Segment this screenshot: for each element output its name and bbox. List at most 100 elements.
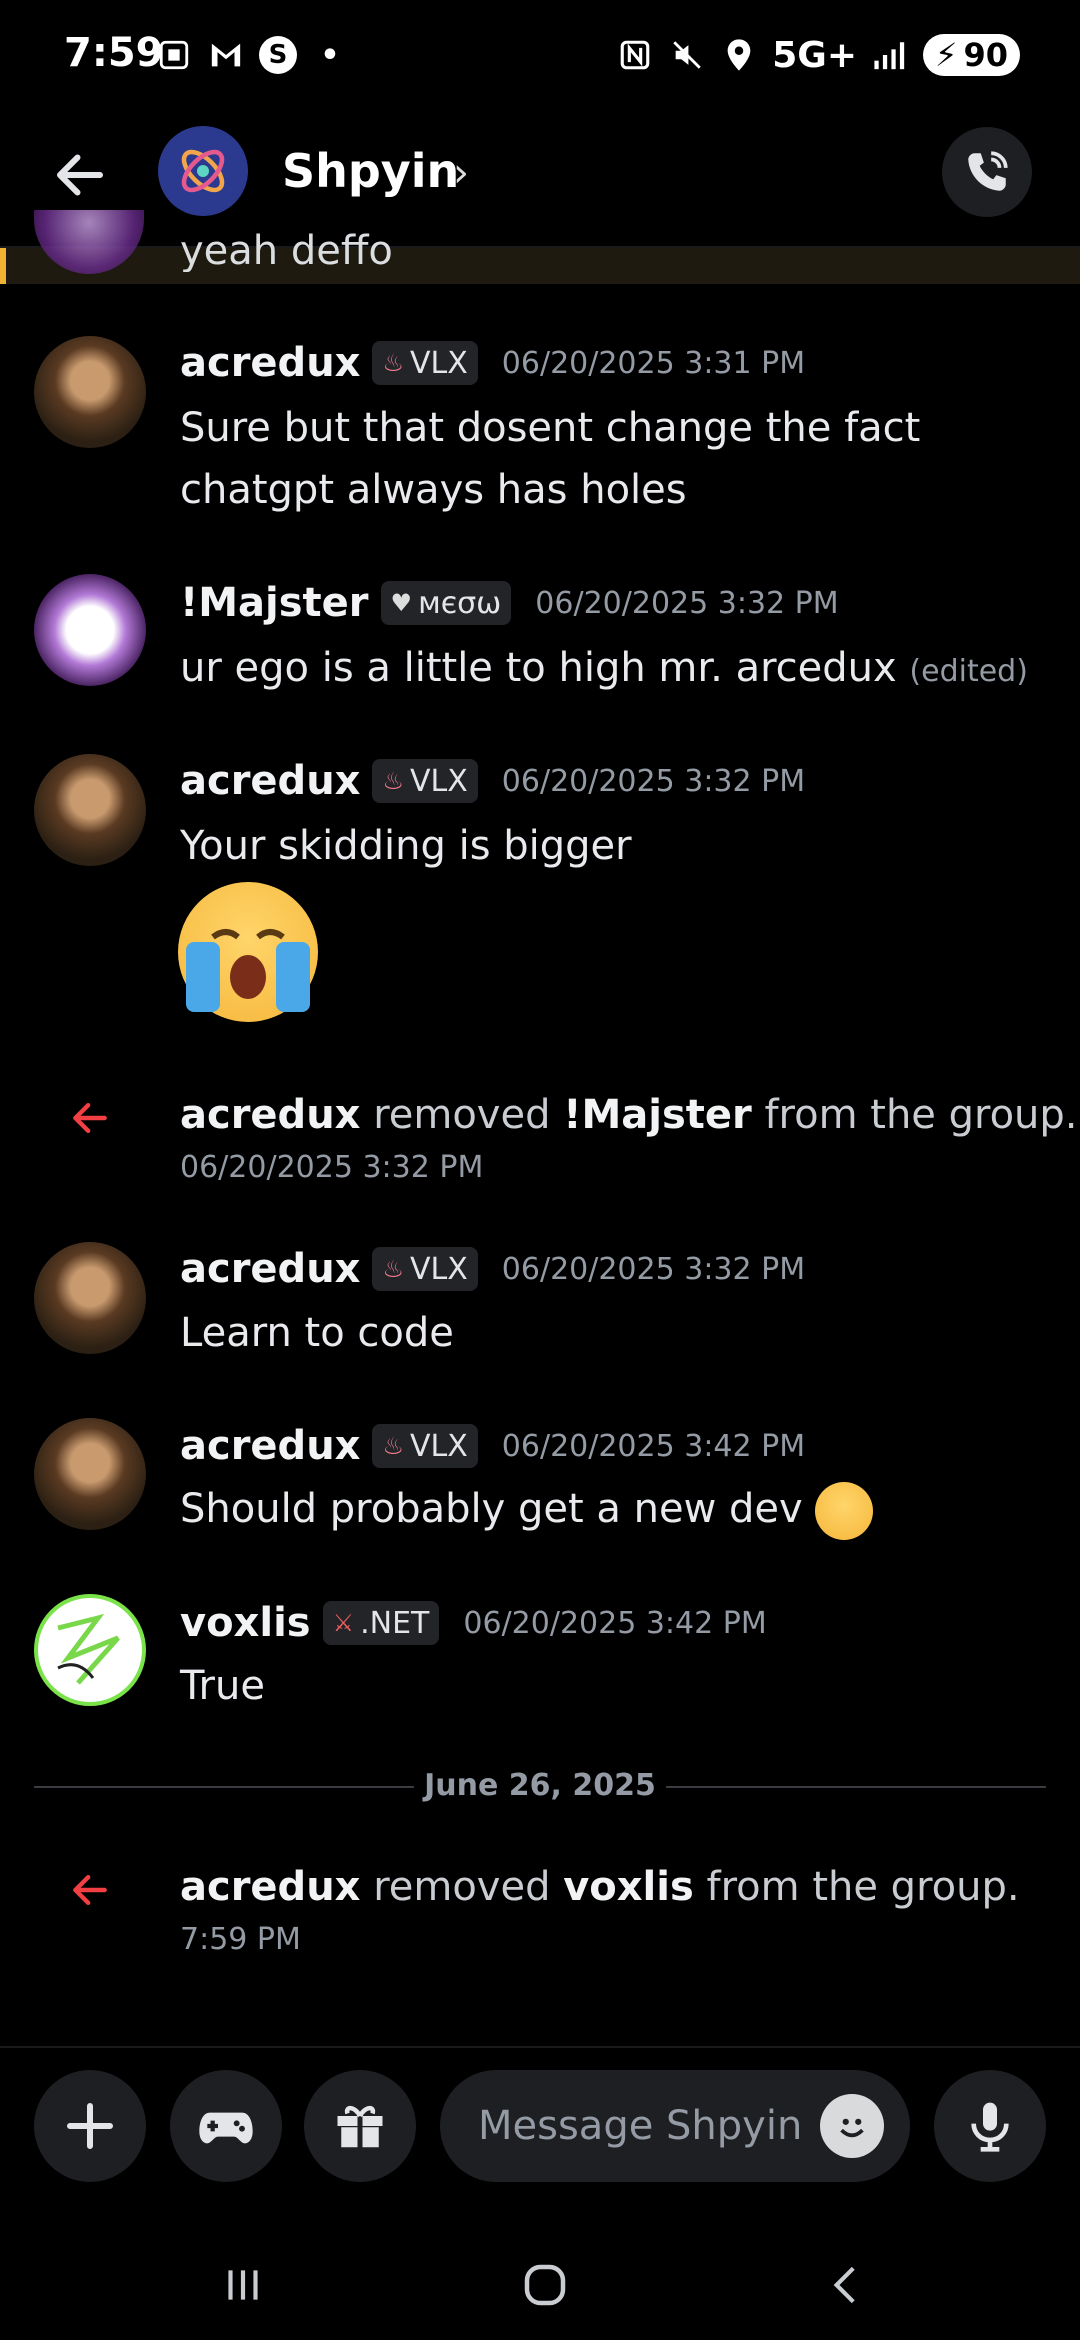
server-tag[interactable]: ♨ VLX — [372, 1247, 478, 1291]
avatar[interactable] — [34, 1242, 146, 1354]
username[interactable]: acredux — [180, 1423, 360, 1469]
call-button[interactable] — [942, 127, 1032, 217]
message-text: Your skidding is bigger — [180, 823, 632, 869]
recents-icon — [228, 2270, 258, 2300]
username[interactable]: !Majster — [180, 580, 369, 626]
status-notification-icons: S • — [155, 36, 349, 74]
recent-apps-button[interactable] — [208, 2250, 278, 2320]
screenshot-icon — [155, 36, 193, 74]
avatar[interactable] — [34, 574, 146, 686]
mention-highlight-bar — [0, 248, 6, 284]
timestamp: 06/20/2025 3:42 PM — [501, 1428, 806, 1464]
timestamp: 06/20/2025 3:31 PM — [501, 345, 806, 381]
message-text-content: Should probably get a new dev — [180, 1486, 803, 1532]
plus-icon — [67, 2103, 113, 2149]
home-icon — [524, 2264, 566, 2306]
group-name[interactable]: Shpyin — [282, 144, 459, 198]
gmail-icon — [207, 36, 245, 74]
message-header: acredux ♨ VLX 06/20/2025 3:42 PM — [180, 1423, 805, 1469]
voice-message-button[interactable] — [934, 2070, 1046, 2182]
server-tag[interactable]: ♨ VLX — [372, 1424, 478, 1468]
nfc-icon — [616, 36, 654, 74]
server-tag[interactable]: ♨ VLX — [372, 341, 478, 385]
activities-button[interactable] — [170, 2070, 282, 2182]
message-header: acredux ♨ VLX 06/20/2025 3:32 PM — [180, 758, 805, 804]
flame-icon: ♨ — [382, 767, 404, 795]
system-message: acredux removed !Majster from the group. — [180, 1092, 1078, 1138]
system-action: removed — [373, 1864, 551, 1910]
username[interactable]: acredux — [180, 1246, 360, 1292]
battery-leaf-icon: ⚡ — [935, 36, 958, 74]
emoji-icon — [840, 2118, 864, 2138]
message-text: ur ego is a little to high mr. arcedux (… — [180, 637, 1040, 703]
member-removed-icon — [68, 1096, 112, 1140]
server-tag[interactable]: ♨ VLX — [372, 759, 478, 803]
edited-label: (edited) — [909, 654, 1028, 689]
attach-button[interactable] — [34, 2070, 146, 2182]
nav-back-button[interactable] — [812, 2250, 882, 2320]
username[interactable]: acredux — [180, 758, 360, 804]
location-icon — [720, 36, 758, 74]
timestamp: 06/20/2025 3:32 PM — [501, 763, 806, 799]
system-suffix: from the group. — [764, 1092, 1078, 1138]
loudly-crying-emoji[interactable] — [815, 1482, 874, 1540]
message-header: acredux ♨ VLX 06/20/2025 3:32 PM — [180, 1246, 805, 1292]
loudly-crying-emoji[interactable] — [178, 882, 318, 1022]
system-action: removed — [373, 1092, 551, 1138]
message-text: True — [180, 1663, 265, 1709]
target-name[interactable]: voxlis — [563, 1864, 694, 1910]
flame-icon: ♨ — [382, 349, 404, 377]
message-text-content: ur ego is a little to high mr. arcedux — [180, 645, 897, 691]
avatar[interactable] — [34, 336, 146, 448]
username[interactable]: voxlis — [180, 1600, 311, 1646]
message-text: Should probably get a new dev — [180, 1478, 1040, 1540]
heart-icon: ♥ — [390, 589, 413, 617]
status-system-icons: 5G+ ⚡ 90 — [616, 34, 1020, 76]
system-message: acredux removed voxlis from the group. — [180, 1864, 1020, 1910]
home-button[interactable] — [510, 2250, 580, 2320]
back-arrow-icon[interactable] — [50, 145, 110, 205]
network-type: 5G+ — [772, 34, 857, 76]
message-input[interactable] — [476, 2102, 810, 2150]
avatar[interactable] — [34, 754, 146, 866]
timestamp: 7:59 PM — [180, 1922, 301, 1957]
target-name[interactable]: !Majster — [563, 1092, 752, 1138]
timestamp: 06/20/2025 3:42 PM — [463, 1605, 767, 1641]
actor-name[interactable]: acredux — [180, 1092, 360, 1138]
message-header: acredux ♨ VLX 06/20/2025 3:31 PM — [180, 340, 805, 386]
message-text: Sure but that dosent change the fact cha… — [180, 405, 921, 513]
message-text: yeah deffo — [180, 228, 393, 272]
flame-icon: ♨ — [382, 1255, 404, 1283]
server-tag[interactable]: ⚔ .NET — [322, 1601, 440, 1645]
flame-icon: ♨ — [382, 1432, 404, 1460]
sword-icon: ⚔ — [332, 1609, 355, 1637]
gift-button[interactable] — [304, 2070, 416, 2182]
system-suffix: from the group. — [706, 1864, 1020, 1910]
dot-icon: • — [320, 37, 340, 73]
call-icon — [968, 151, 1008, 191]
mic-icon — [971, 2102, 1009, 2152]
actor-name[interactable]: acredux — [180, 1864, 360, 1910]
member-removed-icon — [68, 1868, 112, 1912]
gift-icon — [337, 2105, 383, 2149]
message-text: Learn to code — [180, 1310, 454, 1356]
timestamp: 06/20/2025 3:32 PM — [180, 1150, 484, 1185]
emoji-button[interactable] — [820, 2094, 884, 2158]
group-avatar[interactable] — [158, 126, 248, 216]
message-header: !Majster ♥ мєσω 06/20/2025 3:32 PM — [180, 580, 839, 626]
status-time: 7:59 — [64, 30, 164, 76]
mention-highlight — [0, 248, 1080, 284]
username[interactable]: acredux — [180, 340, 360, 386]
message-composer[interactable] — [440, 2070, 910, 2182]
gamepad-icon — [199, 2112, 253, 2144]
avatar[interactable] — [34, 1594, 146, 1706]
message-header: voxlis ⚔ .NET 06/20/2025 3:42 PM — [180, 1600, 767, 1646]
server-tag[interactable]: ♥ мєσω — [380, 581, 512, 625]
battery-indicator: ⚡ 90 — [923, 34, 1020, 76]
nav-back-icon — [833, 2266, 855, 2304]
signal-icon — [871, 36, 909, 74]
chevron-right-icon[interactable]: › — [453, 150, 469, 196]
timestamp: 06/20/2025 3:32 PM — [535, 585, 839, 621]
timestamp: 06/20/2025 3:32 PM — [501, 1251, 806, 1287]
avatar[interactable] — [34, 1418, 146, 1530]
